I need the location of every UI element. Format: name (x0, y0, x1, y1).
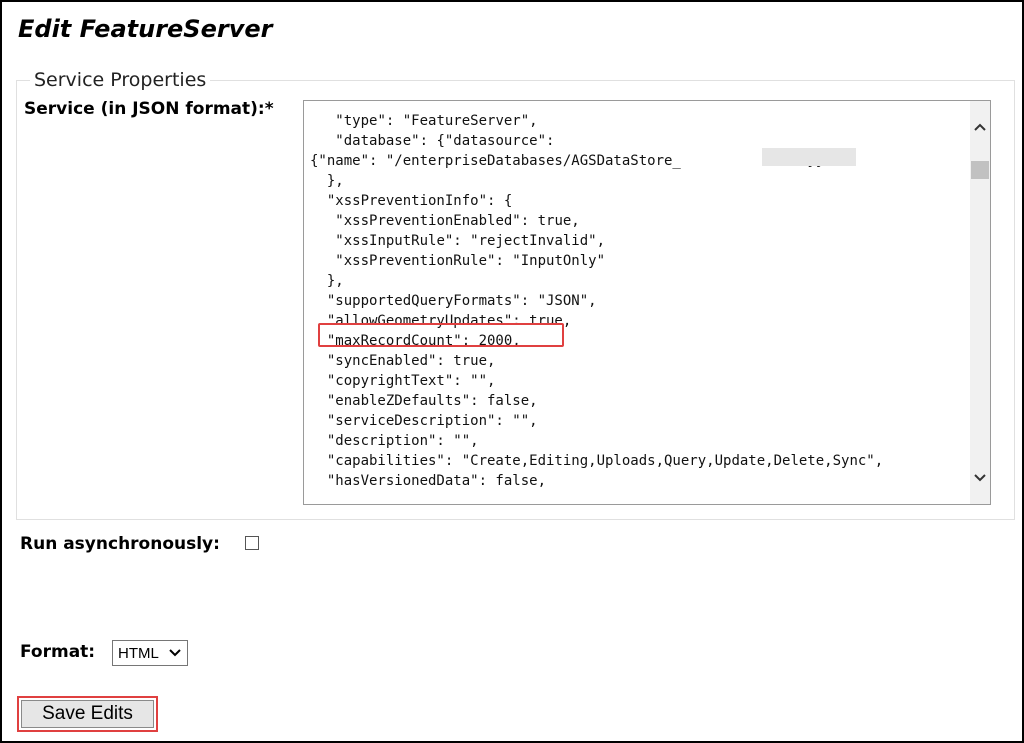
max-record-count-highlight (318, 323, 564, 347)
page-frame: Edit FeatureServer Service Properties Se… (0, 0, 1024, 743)
format-select[interactable]: HTML (112, 640, 188, 666)
chevron-down-icon[interactable] (970, 466, 990, 490)
chevron-down-icon (168, 644, 182, 665)
run-async-label: Run asynchronously: (20, 534, 220, 554)
format-selected-value: HTML (118, 644, 159, 662)
scrollbar-thumb[interactable] (971, 161, 989, 179)
chevron-up-icon[interactable] (970, 115, 990, 139)
service-json-label: Service (in JSON format):* (24, 99, 274, 119)
run-async-checkbox[interactable] (245, 536, 259, 550)
page-title: Edit FeatureServer (18, 15, 273, 43)
service-properties-legend: Service Properties (30, 69, 211, 91)
redacted-area (762, 148, 856, 166)
service-json-text[interactable]: "type": "FeatureServer", "database": {"d… (310, 101, 960, 491)
json-scrollbar[interactable] (970, 101, 990, 504)
format-label: Format: (20, 642, 96, 662)
save-edits-button[interactable]: Save Edits (21, 700, 154, 728)
service-json-textarea[interactable]: "type": "FeatureServer", "database": {"d… (303, 100, 991, 505)
